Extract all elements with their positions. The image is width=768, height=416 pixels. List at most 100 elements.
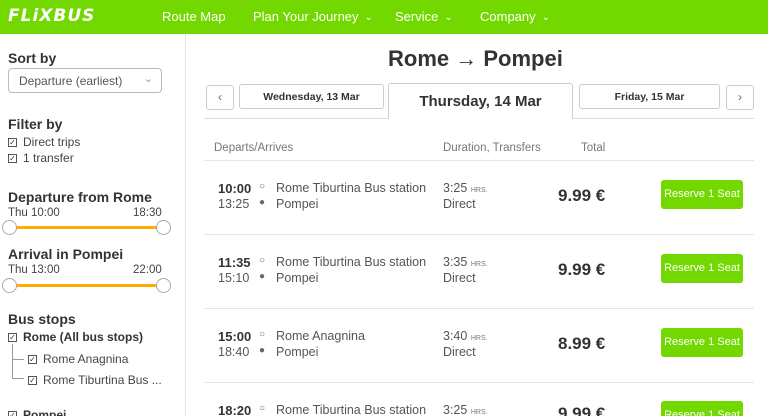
- departure-to-label: 18:30: [133, 207, 162, 219]
- main-nav: Route Map Plan Your Journey ⌄ Service ⌄ Co…: [0, 0, 768, 34]
- checkbox-checked-icon: ✓: [8, 154, 17, 163]
- checkbox-checked-icon: ✓: [8, 333, 17, 342]
- date-tab-previous[interactable]: Wednesday, 13 Mar: [239, 84, 384, 109]
- arrival-time: 13:25: [218, 197, 250, 211]
- destination-stop-icon: ●: [259, 271, 266, 282]
- checkbox-checked-icon: ✓: [8, 138, 17, 147]
- origin-station[interactable]: Rome Tiburtina Bus station: [276, 181, 426, 195]
- arrival-heading: Arrival in Pompei: [8, 246, 124, 262]
- checkbox-checked-icon: ✓: [28, 355, 37, 364]
- duration-unit: HRS.: [470, 187, 488, 194]
- destination-station[interactable]: Pompei: [276, 197, 318, 211]
- arrival-time: 18:40: [218, 345, 250, 359]
- column-header-duration: Duration, Transfers: [443, 142, 541, 154]
- checkbox-checked-icon: ✓: [28, 376, 37, 385]
- trip-transfers: Direct: [443, 197, 476, 211]
- origin-station[interactable]: Rome Anagnina: [276, 329, 365, 343]
- sort-value: Departure (earliest): [19, 74, 123, 88]
- nav-service[interactable]: Service ⌄: [395, 9, 453, 24]
- filter-sidebar: Sort by Departure (earliest) ⌄ Filter by…: [0, 34, 186, 416]
- nav-company[interactable]: Company ⌄: [480, 9, 550, 24]
- departure-slider-max-handle[interactable]: [156, 220, 171, 235]
- destination-station[interactable]: Pompei: [276, 345, 318, 359]
- row-divider: [204, 160, 754, 161]
- top-navigation-bar: FLiXBUS Route Map Plan Your Journey ⌄ Ser…: [0, 0, 768, 34]
- departure-slider-min-handle[interactable]: [2, 220, 17, 235]
- duration-unit: HRS.: [470, 261, 488, 268]
- duration-value: 3:25: [443, 403, 468, 416]
- destination-station[interactable]: Pompei: [276, 271, 318, 285]
- trip-transfers: Direct: [443, 271, 476, 285]
- next-date-button[interactable]: ›: [726, 85, 754, 110]
- chevron-down-icon: ⌄: [541, 12, 551, 23]
- origin-stop-icon: ○: [259, 255, 266, 266]
- origin-stop-icon: ○: [259, 329, 266, 340]
- reserve-seat-button[interactable]: Reserve 1 Seat: [661, 254, 743, 283]
- departure-time: 11:35: [218, 255, 251, 270]
- nav-label: Company: [480, 9, 536, 24]
- trip-duration: 3:25 HRS.: [443, 403, 488, 416]
- checkbox-checked-icon: ✓: [8, 411, 17, 416]
- arrival-time: 15:10: [218, 271, 250, 285]
- date-tabs-divider: [573, 118, 754, 119]
- reserve-seat-button[interactable]: Reserve 1 Seat: [661, 401, 743, 416]
- arrival-slider-min-handle[interactable]: [2, 278, 17, 293]
- duration-unit: HRS.: [470, 335, 488, 342]
- filter-transfer-checkbox[interactable]: ✓ 1 transfer: [8, 151, 74, 165]
- reserve-seat-button[interactable]: Reserve 1 Seat: [661, 180, 743, 209]
- route-title: Rome → Pompei: [388, 46, 563, 71]
- date-tabs-divider: [204, 118, 388, 119]
- duration-value: 3:35: [443, 255, 468, 269]
- filter-heading: Filter by: [8, 116, 63, 132]
- chevron-left-icon: ‹: [218, 90, 222, 104]
- trip-price: 9.99 €: [558, 186, 606, 205]
- duration-value: 3:40: [443, 329, 468, 343]
- row-divider: [204, 308, 754, 309]
- departure-time: 10:00: [218, 181, 252, 196]
- sort-select[interactable]: Departure (earliest) ⌄: [8, 68, 162, 93]
- trip-price: 9.99 €: [558, 260, 606, 279]
- chevron-right-icon: ›: [738, 90, 742, 104]
- arrival-slider-track[interactable]: [8, 284, 170, 287]
- bus-stops-heading: Bus stops: [8, 311, 76, 327]
- origin-stop-icon: ○: [259, 403, 266, 414]
- checkbox-label: Rome Anagnina: [43, 352, 129, 366]
- arrival-from-label: Thu 13:00: [8, 264, 60, 276]
- stop-group-rome-checkbox[interactable]: ✓ Rome (All bus stops): [8, 330, 143, 344]
- nav-label: Plan Your Journey: [253, 9, 359, 24]
- column-header-total: Total: [581, 142, 606, 154]
- nav-plan-your-journey[interactable]: Plan Your Journey ⌄: [253, 9, 373, 24]
- departure-heading: Departure from Rome: [8, 189, 152, 205]
- arrival-slider-max-handle[interactable]: [156, 278, 171, 293]
- departure-from-label: Thu 10:00: [8, 207, 60, 219]
- destination-stop-icon: ●: [259, 345, 266, 356]
- chevron-down-icon: ⌄: [364, 12, 373, 23]
- tree-connector: [12, 344, 13, 378]
- arrival-to-label: 22:00: [133, 264, 162, 276]
- date-tab-next[interactable]: Friday, 15 Mar: [579, 84, 720, 109]
- trip-duration: 3:25 HRS.: [443, 181, 488, 195]
- origin-station[interactable]: Rome Tiburtina Bus station: [276, 403, 426, 416]
- checkbox-label: Rome (All bus stops): [23, 330, 144, 344]
- duration-unit: HRS.: [470, 409, 488, 416]
- sort-heading: Sort by: [8, 50, 57, 66]
- filter-direct-checkbox[interactable]: ✓ Direct trips: [8, 135, 80, 149]
- trip-duration: 3:35 HRS.: [443, 255, 488, 269]
- date-tab-current[interactable]: Thursday, 14 Mar: [388, 83, 573, 119]
- origin-station[interactable]: Rome Tiburtina Bus station: [276, 255, 426, 269]
- stop-anagnina-checkbox[interactable]: ✓ Rome Anagnina: [28, 352, 128, 366]
- nav-route-map[interactable]: Route Map: [162, 9, 226, 24]
- stop-tiburtina-checkbox[interactable]: ✓ Rome Tiburtina Bus ...: [28, 373, 162, 387]
- duration-value: 3:25: [443, 181, 468, 195]
- reserve-seat-button[interactable]: Reserve 1 Seat: [661, 328, 743, 357]
- origin-stop-icon: ○: [259, 181, 266, 192]
- checkbox-label: Rome Tiburtina Bus ...: [43, 373, 162, 387]
- destination-stop-icon: ●: [259, 197, 266, 208]
- row-divider: [204, 382, 754, 383]
- tree-connector: [12, 378, 24, 379]
- departure-time: 18:20: [218, 403, 252, 416]
- departure-slider-track[interactable]: [8, 226, 170, 229]
- trip-price: 9.99 €: [558, 404, 606, 416]
- stop-group-pompei-checkbox[interactable]: ✓ Pompei: [8, 408, 66, 416]
- prev-date-button[interactable]: ‹: [206, 85, 234, 110]
